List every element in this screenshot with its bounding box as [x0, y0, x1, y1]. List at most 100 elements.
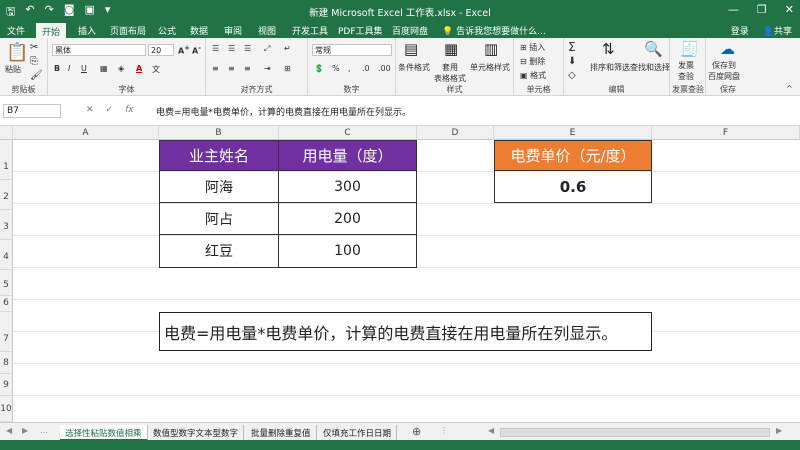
scroll-left-icon[interactable]: ◀ [6, 426, 12, 435]
format-cells-button[interactable]: ▣ 格式 [520, 70, 546, 81]
minimize-button[interactable]: — [728, 3, 739, 16]
align-middle-icon[interactable]: ☰ [228, 44, 235, 53]
tab-view[interactable]: 视图 [258, 24, 276, 37]
fill-color-icon[interactable]: ◈ [118, 64, 124, 73]
border-icon[interactable]: ▦ [100, 64, 108, 73]
hscroll-left-icon[interactable]: ◀ [488, 426, 494, 435]
tab-baidu-netdisk[interactable]: 百度网盘 [392, 24, 428, 37]
align-center-icon[interactable]: ≡ [228, 64, 235, 73]
tab-insert[interactable]: 插入 [78, 24, 96, 37]
fill-icon[interactable]: ⬇ [568, 56, 576, 67]
conditional-format-button[interactable]: 条件格式 [398, 62, 430, 73]
collapse-ribbon-icon[interactable]: ^ [786, 84, 793, 93]
row-header-4[interactable]: 4 [0, 240, 13, 270]
insert-cells-button[interactable]: ⊞ 插入 [520, 42, 545, 53]
tab-home[interactable]: 开始 [36, 23, 67, 38]
tab-developer[interactable]: 开发工具 [292, 24, 328, 37]
table-cell-usage[interactable]: 300 [278, 170, 417, 203]
price-header[interactable]: 电费单价（元/度） [494, 140, 652, 171]
autosum-icon[interactable]: Σ [568, 40, 576, 54]
underline-button[interactable]: U [81, 64, 87, 73]
number-format-select[interactable]: 常规 [312, 44, 392, 56]
conditional-format-icon[interactable]: ▤ [404, 40, 418, 58]
column-header-e[interactable]: E [494, 126, 652, 140]
row-header-6[interactable]: 6 [0, 296, 13, 312]
column-header-d[interactable]: D [417, 126, 494, 140]
tab-pdf-tools[interactable]: PDF工具集 [338, 24, 383, 37]
indent-icon[interactable]: ⇥ [264, 64, 271, 73]
table-cell-name[interactable]: 红豆 [159, 234, 279, 268]
orientation-icon[interactable]: ⤢ [264, 44, 270, 54]
align-bottom-icon[interactable]: ☰ [244, 44, 251, 53]
currency-icon[interactable]: 💲 [314, 64, 324, 73]
row-header-8[interactable]: 8 [0, 352, 13, 374]
close-button[interactable]: ✕ [785, 3, 794, 16]
align-left-icon[interactable]: ≡ [212, 64, 219, 73]
tab-file[interactable]: 文件 [7, 24, 25, 37]
column-header-f[interactable]: F [652, 126, 800, 140]
table-format-icon[interactable]: ▦ [444, 40, 458, 58]
decrease-decimal-icon[interactable]: .00 [378, 64, 391, 73]
cut-icon[interactable]: ✂ [30, 42, 38, 53]
enter-icon[interactable]: ✓ [106, 105, 114, 115]
insert-function-icon[interactable]: fx [125, 105, 134, 115]
sheet-tab[interactable]: 数值型数字文本型数字 [148, 425, 245, 441]
wrap-text-icon[interactable]: ↵ [284, 44, 291, 53]
copy-icon[interactable]: ⎘ [30, 56, 38, 67]
find-select-button[interactable]: 查找和选择 [630, 62, 670, 73]
column-header-a[interactable]: A [13, 126, 159, 140]
cell-style-button[interactable]: 单元格样式 [470, 62, 510, 73]
merge-center-icon[interactable]: ⊞ [284, 64, 291, 73]
align-right-icon[interactable]: ≡ [244, 64, 251, 73]
save-to-netdisk-button[interactable]: 保存到 百度网盘 [708, 60, 740, 82]
name-box[interactable]: B7 [3, 104, 61, 118]
hscroll-right-icon[interactable]: ▶ [776, 426, 782, 435]
row-header-5[interactable]: 5 [0, 270, 13, 296]
table-cell-name[interactable]: 阿占 [159, 202, 279, 235]
row-header-7[interactable]: 7 [0, 312, 13, 352]
sheet-tab[interactable]: 批量删除重复值 [246, 425, 317, 441]
shrink-font-icon[interactable]: A- [192, 44, 201, 56]
invoice-check-icon[interactable]: 🧾 [680, 40, 699, 58]
sort-filter-button[interactable]: 排序和筛选 [590, 62, 630, 73]
paste-icon[interactable]: 📋 [6, 42, 28, 63]
restore-button[interactable]: ❐ [757, 3, 767, 16]
bold-button[interactable]: B [54, 64, 60, 73]
baidu-netdisk-icon[interactable]: ☁ [720, 40, 735, 58]
sheet-tab[interactable]: 仅填充工作日日期 [318, 425, 398, 441]
sheet-more-icon[interactable]: … [40, 426, 48, 435]
column-header-b[interactable]: B [159, 126, 279, 140]
cancel-icon[interactable]: ✕ [86, 105, 94, 115]
comma-icon[interactable]: , [348, 64, 351, 73]
sheet-tab[interactable]: 选择性粘贴数值相乘 [60, 425, 148, 441]
table-header-owner[interactable]: 业主姓名 [159, 140, 279, 171]
price-value[interactable]: 0.6 [494, 170, 652, 203]
horizontal-scrollbar[interactable] [500, 428, 770, 437]
paste-button[interactable]: 粘贴 [5, 64, 21, 75]
share-button[interactable]: 👤共享 [763, 24, 792, 37]
font-name-select[interactable]: 黑体 [52, 44, 146, 56]
tab-data[interactable]: 数据 [190, 24, 208, 37]
italic-button[interactable]: I [68, 64, 70, 73]
sort-filter-icon[interactable]: ⇅ [602, 40, 615, 58]
note-cell-b7[interactable]: 电费=用电量*电费单价，计算的电费直接在用电量所在列显示。 [159, 312, 652, 351]
cell-style-icon[interactable]: ▥ [484, 40, 498, 58]
column-header-c[interactable]: C [279, 126, 417, 140]
grow-font-icon[interactable]: A+ [178, 44, 190, 56]
table-cell-usage[interactable]: 200 [278, 202, 417, 235]
row-header-2[interactable]: 2 [0, 180, 13, 210]
tab-review[interactable]: 审阅 [224, 24, 242, 37]
invoice-check-button[interactable]: 发票 查验 [678, 60, 694, 82]
phonetic-icon[interactable]: 文 [152, 64, 160, 75]
table-header-usage[interactable]: 用电量（度） [278, 140, 417, 171]
format-painter-icon[interactable]: 🖌 [30, 70, 43, 81]
row-header-9[interactable]: 9 [0, 374, 13, 396]
font-size-select[interactable]: 20 [148, 44, 174, 56]
table-format-button[interactable]: 套用 表格格式 [434, 62, 466, 84]
find-select-icon[interactable]: 🔍 [644, 40, 663, 58]
row-header-1[interactable]: 1 [0, 140, 13, 180]
sheet-more-icon-right[interactable]: ⋮ [440, 426, 448, 435]
table-cell-usage[interactable]: 100 [278, 234, 417, 268]
increase-decimal-icon[interactable]: .0 [362, 64, 370, 73]
row-header-10[interactable]: 10 [0, 396, 13, 422]
